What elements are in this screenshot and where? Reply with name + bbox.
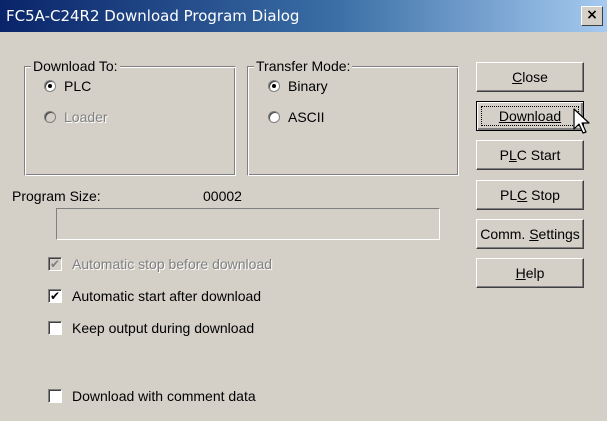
radio-selected-dot: [272, 84, 276, 88]
transfer-mode-legend: Transfer Mode:: [254, 58, 353, 74]
checkbox-comment-data[interactable]: Download with comment data: [48, 388, 256, 404]
program-size-label: Program Size:: [12, 188, 101, 204]
button-label-pre: PL: [500, 187, 518, 203]
checkbox-keep-output[interactable]: Keep output during download: [48, 320, 254, 336]
checkbox-box[interactable]: ✔: [48, 257, 62, 271]
window-title: FC5A-C24R2 Download Program Dialog: [6, 7, 300, 25]
checkbox-label-comment-data: Download with comment data: [72, 388, 256, 404]
radio-button[interactable]: [268, 80, 280, 92]
program-size-value: 00002: [203, 188, 242, 204]
checkbox-label-auto-stop: Automatic stop before download: [72, 256, 273, 272]
checkmark-icon: ✔: [49, 257, 61, 271]
radio-label-loader: Loader: [64, 109, 108, 125]
download-to-legend: Download To:: [31, 58, 120, 74]
download-program-dialog: FC5A-C24R2 Download Program Dialog × Dow…: [0, 0, 607, 421]
checkbox-auto-stop[interactable]: ✔ Automatic stop before download: [48, 256, 272, 272]
button-label-pre: Comm.: [480, 226, 530, 242]
focus-rectangle: [481, 106, 579, 126]
arrow-cursor-icon: [573, 108, 590, 134]
plc-start-button[interactable]: PLC Start: [476, 140, 584, 170]
checkbox-box[interactable]: [48, 321, 62, 335]
title-bar[interactable]: FC5A-C24R2 Download Program Dialog ×: [0, 0, 607, 32]
checkmark-icon: ✔: [49, 289, 61, 303]
radio-download-loader[interactable]: Loader: [44, 109, 108, 125]
button-label: lose: [522, 69, 548, 85]
checkbox-box[interactable]: [48, 389, 62, 403]
mnemonic: C: [512, 69, 523, 85]
radio-button[interactable]: [44, 111, 56, 123]
radio-button[interactable]: [44, 80, 56, 92]
mnemonic: S: [529, 226, 539, 242]
help-button[interactable]: Help: [476, 258, 584, 288]
button-label: ettings: [538, 226, 580, 242]
download-button[interactable]: Download: [476, 101, 584, 131]
checkbox-label-keep-output: Keep output during download: [72, 320, 255, 336]
radio-label-plc: PLC: [64, 78, 92, 94]
radio-button[interactable]: [268, 111, 280, 123]
close-icon: ×: [586, 7, 598, 23]
download-progress-bar: [56, 208, 440, 240]
button-label: elp: [525, 265, 545, 281]
radio-transfer-ascii[interactable]: ASCII: [268, 109, 325, 125]
checkbox-label-auto-start: Automatic start after download: [72, 288, 262, 304]
radio-selected-dot: [48, 84, 52, 88]
radio-label-ascii: ASCII: [288, 109, 325, 125]
mnemonic: H: [515, 265, 526, 281]
plc-stop-button[interactable]: PLC Stop: [476, 180, 584, 210]
radio-transfer-binary[interactable]: Binary: [268, 78, 328, 94]
button-label-pre: P: [499, 147, 509, 163]
radio-label-binary: Binary: [288, 78, 328, 94]
radio-download-plc[interactable]: PLC: [44, 78, 91, 94]
window-close-button[interactable]: ×: [581, 6, 603, 26]
comm-settings-button[interactable]: Comm. Settings: [476, 219, 584, 249]
mnemonic: C: [517, 187, 528, 203]
mnemonic: L: [508, 147, 517, 163]
button-label: Stop: [527, 187, 560, 203]
checkbox-box[interactable]: ✔: [48, 289, 62, 303]
close-button[interactable]: Close: [476, 62, 584, 92]
checkbox-auto-start[interactable]: ✔ Automatic start after download: [48, 288, 261, 304]
button-label: C Start: [516, 147, 561, 163]
